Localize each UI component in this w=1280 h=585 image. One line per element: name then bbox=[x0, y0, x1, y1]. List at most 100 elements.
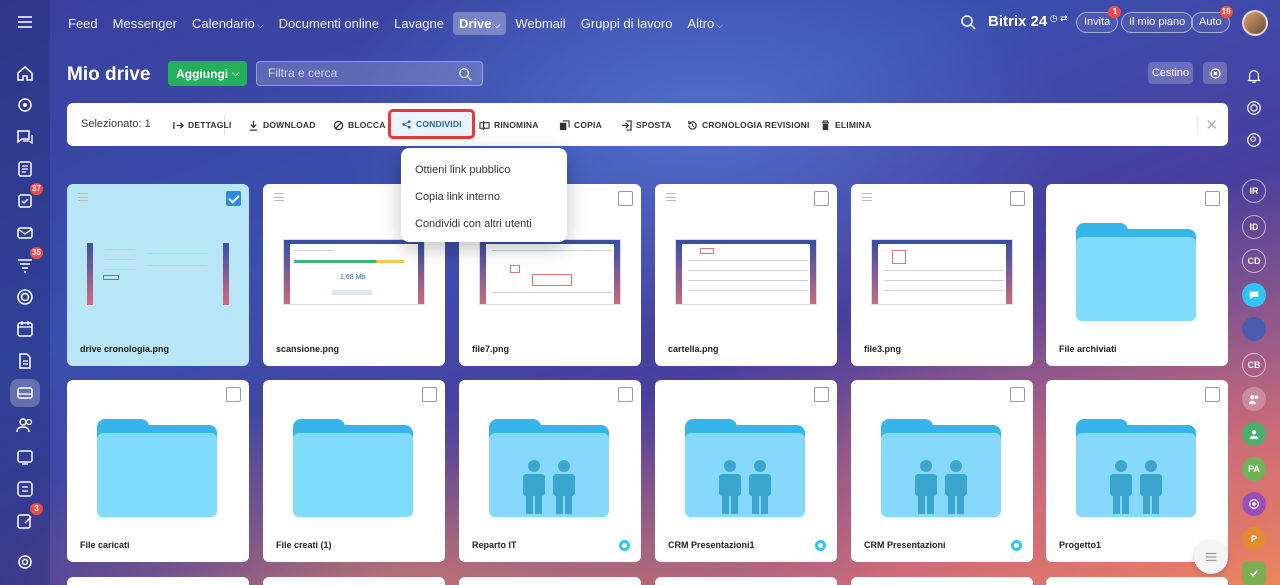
shared-folder-tile[interactable]: Progetto1 bbox=[1046, 380, 1228, 562]
folder-tile[interactable]: File creati (1) bbox=[263, 380, 445, 562]
target-icon[interactable] bbox=[13, 285, 37, 309]
tasks-icon[interactable]: 37 bbox=[13, 183, 43, 213]
nav-lavagne[interactable]: Lavagne bbox=[388, 12, 450, 35]
menu-item-internal-link[interactable]: Copia link interno bbox=[415, 191, 500, 203]
mail-icon[interactable] bbox=[13, 221, 37, 245]
rename-button[interactable]: RINOMINA bbox=[479, 117, 539, 133]
file-tile[interactable] bbox=[67, 577, 249, 585]
copy-button[interactable]: COPIA bbox=[559, 117, 602, 133]
trash-button[interactable]: Cestino bbox=[1148, 62, 1193, 84]
apps-icon[interactable] bbox=[13, 477, 37, 501]
contact-avatar[interactable]: CD bbox=[1242, 249, 1266, 273]
file-tile[interactable] bbox=[851, 577, 1033, 585]
hamburger-menu-icon[interactable] bbox=[13, 10, 37, 34]
checklist-icon[interactable] bbox=[1242, 561, 1266, 585]
auto-button[interactable]: Auto 19 bbox=[1191, 6, 1233, 33]
add-button[interactable]: Aggiungi ⌵ bbox=[168, 61, 247, 86]
edit-icon[interactable]: 3 bbox=[13, 503, 43, 533]
user-photo-avatar[interactable] bbox=[1242, 317, 1266, 341]
invite-button[interactable]: Invita 1 bbox=[1076, 6, 1122, 33]
brand-logo[interactable]: Bitrix 24 ◷ ⇄ bbox=[988, 13, 1068, 30]
user-avatar[interactable] bbox=[1242, 10, 1268, 36]
tile-checkbox[interactable] bbox=[1205, 387, 1220, 402]
nav-calendario[interactable]: Calendario ⌵ bbox=[186, 12, 270, 35]
home-icon[interactable] bbox=[13, 61, 37, 85]
users-icon[interactable] bbox=[13, 413, 37, 437]
file-tile[interactable]: cartella.png bbox=[655, 184, 837, 366]
menu-item-public-link[interactable]: Ottieni link pubblico bbox=[415, 164, 510, 176]
my-plan-button[interactable]: Il mio piano bbox=[1121, 12, 1194, 33]
folder-tile[interactable]: File caricati bbox=[67, 380, 249, 562]
feed-icon[interactable] bbox=[13, 93, 37, 117]
contact-avatar[interactable]: PA bbox=[1242, 457, 1266, 481]
gear-icon[interactable] bbox=[1203, 62, 1227, 84]
tile-checkbox[interactable] bbox=[1205, 191, 1220, 206]
chat-avatar[interactable] bbox=[1242, 283, 1266, 307]
contact-center-icon[interactable] bbox=[13, 445, 37, 469]
move-button[interactable]: SPOSTA bbox=[621, 117, 672, 133]
tile-checkbox[interactable] bbox=[1010, 191, 1025, 206]
funnel-icon[interactable]: 35 bbox=[13, 247, 43, 277]
file-tile[interactable] bbox=[655, 577, 837, 585]
tile-checkbox[interactable] bbox=[814, 387, 829, 402]
search-icon[interactable] bbox=[458, 67, 472, 81]
nav-documenti-online[interactable]: Documenti online bbox=[273, 12, 385, 35]
menu-item-share-users[interactable]: Condividi con altri utenti bbox=[415, 218, 532, 230]
settings-icon[interactable] bbox=[13, 550, 37, 574]
list-view-button[interactable] bbox=[1194, 540, 1228, 574]
tile-checkbox[interactable] bbox=[618, 191, 633, 206]
file-tile[interactable]: file3.png bbox=[851, 184, 1033, 366]
nav-feed[interactable]: Feed bbox=[62, 12, 104, 35]
tile-checkbox[interactable] bbox=[618, 387, 633, 402]
revision-history-button[interactable]: CRONOLOGIA REVISIONI bbox=[687, 117, 810, 133]
filter-search-box[interactable] bbox=[256, 61, 483, 86]
group-avatar[interactable] bbox=[1242, 387, 1266, 411]
document-icon[interactable] bbox=[13, 349, 37, 373]
close-icon[interactable]: ✕ bbox=[1205, 116, 1218, 134]
download-button[interactable]: DOWNLOAD bbox=[248, 117, 316, 133]
filter-input[interactable] bbox=[268, 66, 448, 80]
tile-checkbox[interactable] bbox=[226, 387, 241, 402]
details-button[interactable]: DETTAGLI bbox=[173, 117, 231, 133]
drag-handle-icon[interactable] bbox=[862, 193, 872, 201]
chat-icon[interactable] bbox=[13, 125, 37, 149]
spiral-icon[interactable] bbox=[1242, 96, 1266, 120]
contact-avatar[interactable]: IR bbox=[1242, 179, 1266, 203]
block-icon bbox=[333, 120, 344, 130]
tile-checkbox[interactable] bbox=[226, 191, 241, 206]
shared-folder-icon bbox=[881, 419, 1001, 517]
notes-icon[interactable] bbox=[13, 157, 37, 181]
tile-checkbox[interactable] bbox=[422, 387, 437, 402]
nav-gruppi-di-lavoro[interactable]: Gruppi di lavoro bbox=[575, 12, 679, 35]
bell-icon[interactable] bbox=[1242, 64, 1266, 88]
spiral-avatar[interactable] bbox=[1242, 492, 1266, 516]
lock-button[interactable]: BLOCCA bbox=[333, 117, 386, 133]
nav-drive[interactable]: Drive ⌵ bbox=[453, 11, 507, 35]
file-tile[interactable] bbox=[1046, 577, 1228, 585]
delete-button[interactable]: ELIMINA bbox=[820, 117, 871, 133]
nav-webmail[interactable]: Webmail bbox=[509, 12, 571, 35]
drive-icon[interactable] bbox=[10, 379, 40, 407]
search-chat-icon[interactable] bbox=[1242, 128, 1266, 152]
nav-altro[interactable]: Altro ⌵ bbox=[681, 12, 729, 35]
drag-handle-icon[interactable] bbox=[666, 193, 676, 201]
file-tile[interactable]: drive cronologia.png bbox=[67, 184, 249, 366]
folder-tile[interactable]: File archiviati bbox=[1046, 184, 1228, 366]
contact-avatar[interactable]: ID bbox=[1242, 215, 1266, 239]
drag-handle-icon[interactable] bbox=[78, 193, 88, 201]
contact-avatar[interactable]: CB bbox=[1242, 353, 1266, 377]
share-button[interactable]: CONDIVIDI bbox=[388, 109, 475, 139]
tile-checkbox[interactable] bbox=[814, 191, 829, 206]
contact-avatar[interactable]: P bbox=[1242, 527, 1266, 551]
shared-folder-tile[interactable]: CRM Presentazioni bbox=[851, 380, 1033, 562]
shared-folder-tile[interactable]: CRM Presentazioni1 bbox=[655, 380, 837, 562]
shared-folder-tile[interactable]: Reparto IT bbox=[459, 380, 641, 562]
tile-checkbox[interactable] bbox=[1010, 387, 1025, 402]
group-avatar[interactable] bbox=[1242, 422, 1266, 446]
search-icon[interactable] bbox=[960, 14, 976, 30]
drag-handle-icon[interactable] bbox=[274, 193, 284, 201]
file-tile[interactable] bbox=[263, 577, 445, 585]
calendar-icon[interactable] bbox=[13, 317, 37, 341]
file-tile[interactable] bbox=[459, 577, 641, 585]
nav-messenger[interactable]: Messenger bbox=[107, 12, 183, 35]
